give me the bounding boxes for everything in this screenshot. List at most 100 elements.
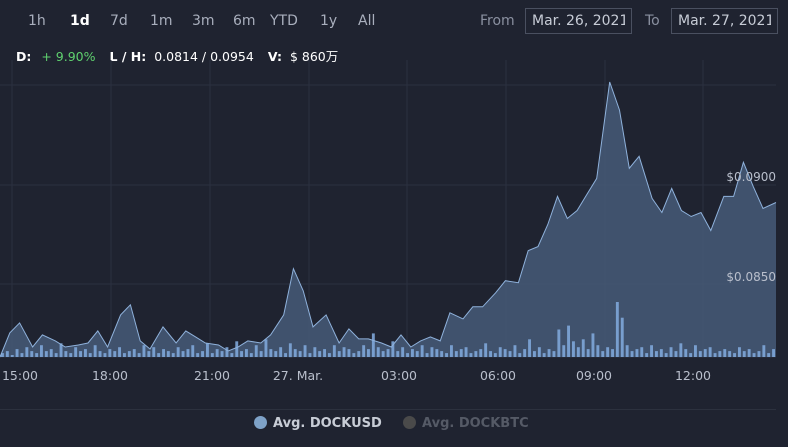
volume-bar xyxy=(542,353,546,357)
volume-bar xyxy=(162,349,165,357)
volume-bar xyxy=(367,349,370,357)
volume-bar xyxy=(376,347,380,357)
volume-bar xyxy=(420,345,424,357)
volume-bar xyxy=(772,349,775,357)
volume-bar xyxy=(342,347,346,357)
volume-bar xyxy=(425,353,429,357)
volume-bar xyxy=(562,345,566,357)
legend-label-dockbtc: Avg. DOCKBTC xyxy=(422,416,529,431)
volume-bar xyxy=(752,353,756,357)
volume-bar xyxy=(703,349,707,357)
volume-bar xyxy=(698,351,702,357)
volume-bar xyxy=(166,351,170,357)
volume-bar xyxy=(489,351,492,357)
volume-bar xyxy=(440,351,444,357)
volume-bar xyxy=(142,345,146,357)
volume-bar xyxy=(630,351,634,357)
volume-bar xyxy=(79,351,82,357)
volume-bar xyxy=(747,349,751,357)
volume-bar xyxy=(240,351,243,357)
volume-bar xyxy=(230,353,234,357)
volume-bar xyxy=(669,347,673,357)
volume-bar xyxy=(464,347,468,357)
volume-bar xyxy=(679,343,683,358)
volume-bar xyxy=(513,345,517,357)
volume-bar xyxy=(352,353,356,357)
volume-bar xyxy=(249,353,253,357)
volume-bar xyxy=(635,349,639,357)
volume-bar xyxy=(206,343,209,358)
volume-bar xyxy=(191,345,195,357)
volume-bar xyxy=(415,351,419,357)
volume-bar xyxy=(279,347,283,357)
volume-bar xyxy=(469,353,473,357)
volume-bar xyxy=(645,353,649,357)
volume-bar xyxy=(49,349,53,357)
volume-bar xyxy=(298,351,302,357)
volume-bar xyxy=(479,349,483,357)
price-area xyxy=(0,82,776,357)
volume-bar xyxy=(210,353,214,357)
volume-bar xyxy=(450,345,453,357)
volume-bar xyxy=(137,353,141,357)
volume-bar xyxy=(401,347,405,357)
volume-bar xyxy=(123,353,126,357)
volume-bar xyxy=(596,345,600,357)
volume-bar xyxy=(547,349,551,357)
x-tick-label: 12:00 xyxy=(675,368,711,383)
volume-bar xyxy=(362,345,366,357)
volume-bar xyxy=(108,349,112,357)
volume-bar xyxy=(381,351,385,357)
x-tick-label: 06:00 xyxy=(480,368,516,383)
volume-bar xyxy=(98,351,102,357)
volume-bar xyxy=(767,353,771,357)
volume-bar xyxy=(132,349,136,357)
volume-bar xyxy=(10,355,14,357)
volume-bar xyxy=(264,339,268,357)
volume-bar xyxy=(523,349,527,357)
volume-bar xyxy=(742,351,746,357)
volume-bar xyxy=(293,349,297,357)
volume-bar xyxy=(411,349,414,357)
volume-bar xyxy=(84,349,87,357)
volume-bar xyxy=(606,347,610,357)
volume-bar xyxy=(196,353,200,357)
volume-bar xyxy=(318,351,322,357)
volume-bar xyxy=(245,349,248,357)
volume-bar xyxy=(113,351,117,357)
volume-bar xyxy=(127,351,131,357)
volume-bar xyxy=(640,347,644,357)
volume-bar xyxy=(611,349,614,357)
volume-bar xyxy=(93,345,97,357)
volume-bar xyxy=(337,351,341,357)
volume-bar xyxy=(181,351,185,357)
legend-item-dockusd[interactable]: Avg. DOCKUSD xyxy=(254,416,382,431)
volume-bar xyxy=(713,353,717,357)
volume-bar xyxy=(74,347,78,357)
volume-bar xyxy=(620,317,624,357)
volume-bar xyxy=(508,351,512,357)
volume-bar xyxy=(435,349,439,357)
volume-bar xyxy=(576,347,580,357)
volume-bar xyxy=(723,349,727,357)
volume-bar xyxy=(664,353,668,357)
volume-bar xyxy=(684,349,688,357)
x-tick-label: 18:00 xyxy=(92,368,128,383)
volume-bar xyxy=(323,349,326,357)
volume-bar xyxy=(5,351,9,357)
volume-bar xyxy=(762,345,766,357)
volume-bar xyxy=(215,349,219,357)
volume-bar xyxy=(225,347,229,357)
volume-bar xyxy=(650,345,653,357)
volume-bar xyxy=(503,349,507,357)
price-chart[interactable]: $0.0900 $0.0850 15:00 18:00 21:00 27. Mar. 03… xyxy=(0,0,788,410)
volume-bar xyxy=(386,349,390,357)
volume-bar xyxy=(35,353,39,357)
volume-bar xyxy=(152,347,156,357)
volume-bar xyxy=(674,351,678,357)
volume-bar xyxy=(615,302,619,357)
volume-bar xyxy=(254,345,258,357)
legend-item-dockbtc[interactable]: Avg. DOCKBTC xyxy=(403,416,529,431)
volume-bar xyxy=(738,347,741,357)
volume-bar xyxy=(689,353,693,357)
